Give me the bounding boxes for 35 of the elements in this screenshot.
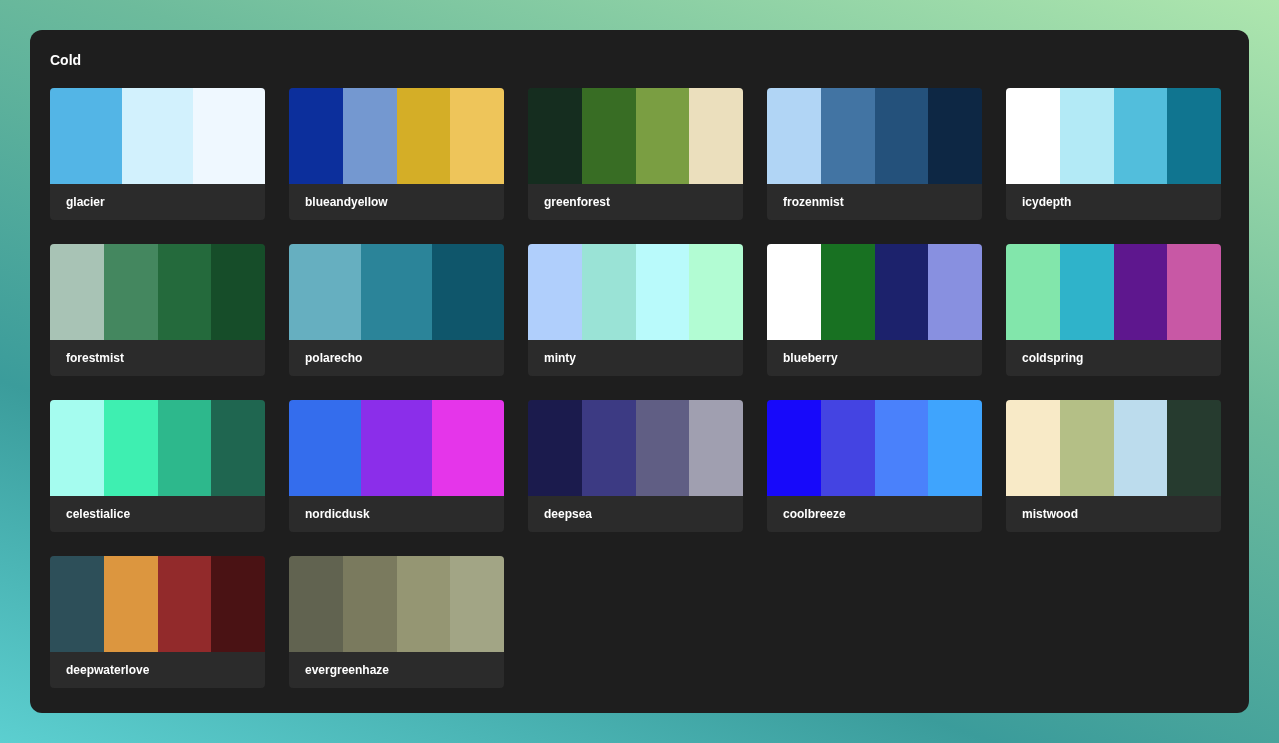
section-title: Cold xyxy=(50,51,83,70)
palette-card[interactable]: celestialice xyxy=(50,400,265,532)
palette-card[interactable]: blueberry xyxy=(767,244,982,376)
palette-card[interactable]: forestmist xyxy=(50,244,265,376)
palette-card[interactable]: icydepth xyxy=(1006,88,1221,220)
palette-name: forestmist xyxy=(66,351,124,365)
palette-card[interactable]: polarecho xyxy=(289,244,504,376)
palette-name: blueberry xyxy=(783,351,838,365)
palette-card[interactable]: minty xyxy=(528,244,743,376)
palette-card[interactable]: blueandyellow xyxy=(289,88,504,220)
palette-card[interactable]: greenforest xyxy=(528,88,743,220)
palette-card[interactable]: glacier xyxy=(50,88,265,220)
palette-name: coldspring xyxy=(1022,351,1084,365)
palette-card[interactable]: deepwaterlove xyxy=(50,556,265,688)
palette-name: celestialice xyxy=(66,507,131,521)
palette-card[interactable]: mistwood xyxy=(1006,400,1221,532)
palette-card[interactable]: coolbreeze xyxy=(767,400,982,532)
palette-name: greenforest xyxy=(544,195,611,209)
palette-name: frozenmist xyxy=(783,195,844,209)
palette-name: blueandyellow xyxy=(305,195,388,209)
palette-name: evergreenhaze xyxy=(305,663,390,677)
palette-card[interactable]: coldspring xyxy=(1006,244,1221,376)
palette-card[interactable]: deepsea xyxy=(528,400,743,532)
palette-name: polarecho xyxy=(305,351,363,365)
palette-card[interactable]: frozenmist xyxy=(767,88,982,220)
palette-name: nordicdusk xyxy=(305,507,370,521)
palette-name: coolbreeze xyxy=(783,507,846,521)
palette-name: deepsea xyxy=(544,507,593,521)
palette-name: minty xyxy=(544,351,576,365)
palette-card[interactable]: nordicdusk xyxy=(289,400,504,532)
palette-name: icydepth xyxy=(1022,195,1072,209)
palette-name: deepwaterlove xyxy=(66,663,150,677)
palette-name: glacier xyxy=(66,195,105,209)
palette-card[interactable]: evergreenhaze xyxy=(289,556,504,688)
palette-name: mistwood xyxy=(1022,507,1078,521)
